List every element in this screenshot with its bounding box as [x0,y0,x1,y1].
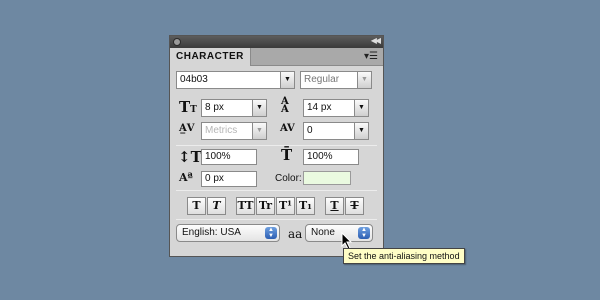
panel-titlebar: ◀◀ [170,36,383,48]
tooltip: Set the anti-aliasing method [343,248,465,264]
collapse-icon[interactable]: ◀◀ [371,36,381,45]
color-swatch[interactable] [303,171,351,185]
vertical-scale-field[interactable]: 100% [201,149,257,165]
tracking-icon: AV [280,123,295,134]
font-size-value: 8 px [205,102,224,113]
horizontal-scale-field[interactable]: 100% [303,149,359,165]
font-size-icon: TT [179,98,197,116]
kerning-icon: A̲V [179,123,195,134]
baseline-shift-value: 0 px [205,173,224,184]
character-panel: ◀◀ CHARACTER ▾☰ 04b03 ▼ Regular ▼ TT 8 p… [169,35,384,257]
antialias-value: None [311,227,335,238]
tracking-value: 0 [307,125,313,136]
baseline-shift-icon: Aª [179,171,193,184]
tracking-select[interactable]: 0 ▼ [303,122,369,140]
font-style-value: Regular [304,74,340,85]
vertical-scale-value: 100% [205,151,231,162]
horizontal-scale-icon: T̄ [281,146,293,164]
divider [176,190,377,191]
all-caps-button[interactable]: TT [236,197,255,215]
kerning-select[interactable]: Metrics ▼ [201,122,267,140]
strikethrough-button[interactable]: T [345,197,364,215]
chevron-down-icon: ▼ [354,100,368,116]
baseline-shift-field[interactable]: 0 px [201,171,257,187]
chevron-down-icon: ▼ [252,100,266,116]
font-family-select[interactable]: 04b03 ▼ [176,71,295,89]
faux-italic-button[interactable]: T [207,197,226,215]
horizontal-scale-value: 100% [307,151,333,162]
leading-icon: AA [281,96,289,115]
close-icon[interactable] [173,38,181,46]
language-value: English: USA [182,227,241,238]
tab-row: CHARACTER ▾☰ [170,48,383,66]
antialias-select[interactable]: None ▲ ▼ [305,224,373,242]
divider [176,219,377,220]
chevron-down-icon: ▼ [357,72,371,88]
font-size-field[interactable]: 8 px ▼ [201,99,267,117]
stepper-icon: ▲ ▼ [265,227,277,239]
stepper-icon: ▲ ▼ [358,227,370,239]
tab-character[interactable]: CHARACTER [170,48,251,66]
divider [176,145,377,146]
small-caps-button[interactable]: Tr [256,197,275,215]
chevron-down-icon: ▼ [252,123,266,139]
chevron-down-icon: ▼ [280,72,294,88]
font-style-select[interactable]: Regular ▼ [300,71,372,89]
color-label: Color: [275,173,302,184]
leading-field[interactable]: 14 px ▼ [303,99,369,117]
kerning-value: Metrics [205,125,238,136]
antialias-icon: aa [288,227,303,241]
language-select[interactable]: English: USA ▲ ▼ [176,224,280,242]
faux-bold-button[interactable]: T [187,197,206,215]
subscript-button[interactable]: T₁ [296,197,315,215]
leading-value: 14 px [307,102,332,113]
chevron-down-icon: ▼ [354,123,368,139]
underline-button[interactable]: T [325,197,344,215]
panel-menu-icon[interactable]: ▾☰ [364,51,378,62]
font-family-value: 04b03 [180,74,208,85]
superscript-button[interactable]: T¹ [276,197,295,215]
vertical-scale-icon: ↕T [178,148,202,166]
